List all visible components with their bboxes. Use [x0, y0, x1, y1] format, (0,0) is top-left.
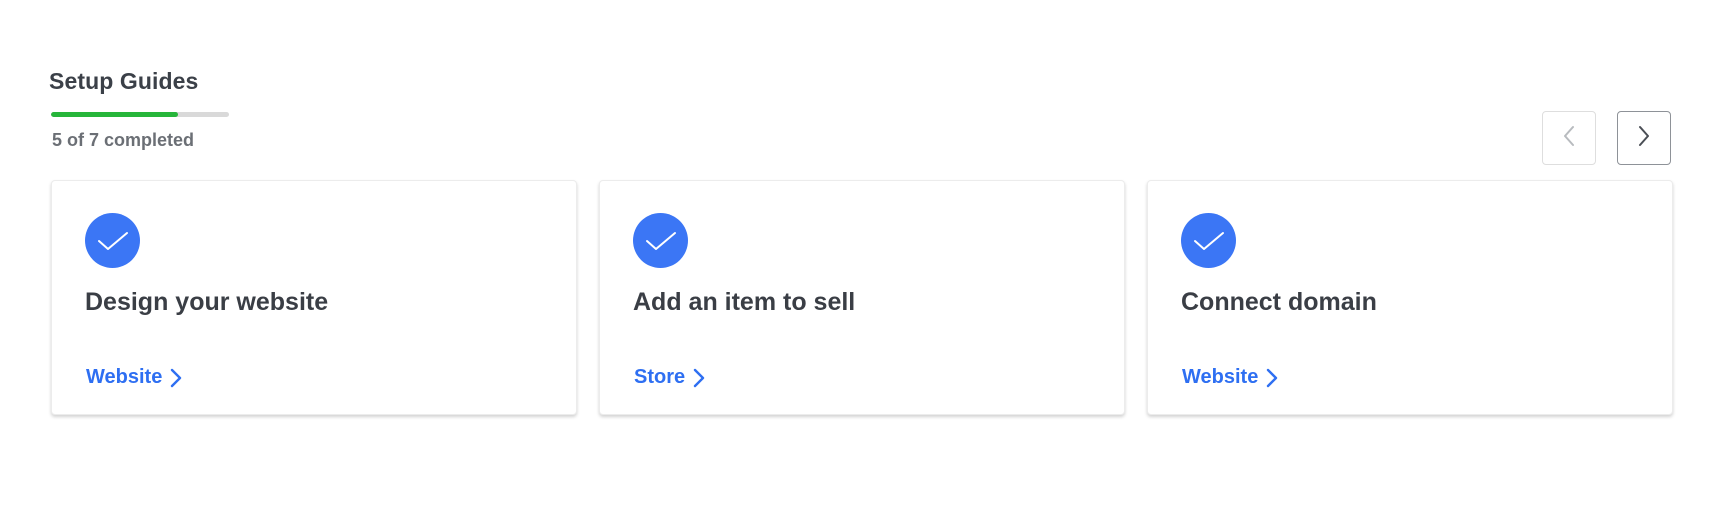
guide-card: Design your website Website	[51, 180, 577, 415]
card-title: Design your website	[85, 288, 329, 316]
card-title: Add an item to sell	[633, 288, 856, 316]
card-link-label: Store	[634, 366, 686, 388]
guide-card: Add an item to sell Store	[599, 180, 1125, 415]
chevron-right-icon	[1637, 125, 1651, 152]
setup-guides-page: Setup Guides 5 of 7 completed Design you…	[0, 0, 1736, 532]
progress-bar	[51, 112, 229, 117]
chevron-right-icon	[693, 368, 705, 388]
check-icon	[633, 213, 688, 268]
card-link-label: Website	[1182, 366, 1259, 388]
chevron-right-icon	[1266, 368, 1278, 388]
chevron-left-icon	[1562, 125, 1576, 152]
setup-guides-header: Setup Guides 5 of 7 completed	[49, 68, 229, 150]
check-icon	[1181, 213, 1236, 268]
page-title: Setup Guides	[49, 68, 199, 94]
guide-cards: Design your website Website Add an item …	[51, 180, 1673, 415]
card-link-label: Website	[86, 366, 163, 388]
card-link-website[interactable]: Website	[1182, 366, 1278, 389]
previous-button[interactable]	[1542, 111, 1596, 165]
progress-text: 5 of 7 completed	[52, 130, 195, 150]
next-button[interactable]	[1617, 111, 1671, 165]
check-icon	[85, 213, 140, 268]
card-link-store[interactable]: Store	[634, 366, 705, 389]
card-title: Connect domain	[1181, 288, 1377, 316]
guide-card: Connect domain Website	[1147, 180, 1673, 415]
card-link-website[interactable]: Website	[86, 366, 182, 389]
progress-bar-fill	[51, 112, 179, 117]
chevron-right-icon	[170, 368, 182, 388]
